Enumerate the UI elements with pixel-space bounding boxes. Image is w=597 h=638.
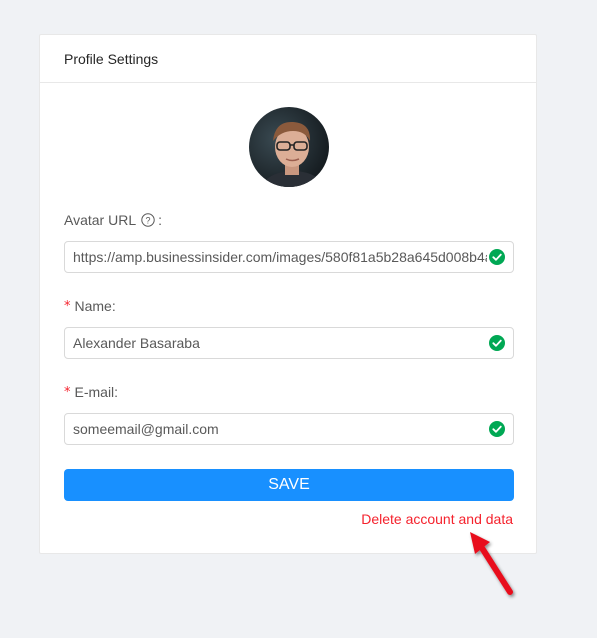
profile-settings-card: Profile Settings Avatar URL ?: https://… xyxy=(39,34,537,554)
name-input[interactable]: Alexander Basaraba xyxy=(64,327,514,359)
email-input[interactable]: someemail@gmail.com xyxy=(64,413,514,445)
check-circle-icon xyxy=(489,421,505,437)
red-arrow-annotation xyxy=(470,532,513,595)
card-header: Profile Settings xyxy=(40,35,536,83)
save-button[interactable]: SAVE xyxy=(64,469,514,501)
required-mark: * xyxy=(64,384,71,400)
required-mark: * xyxy=(64,298,71,314)
email-value: someemail@gmail.com xyxy=(73,421,219,437)
check-circle-icon xyxy=(489,335,505,351)
avatar-url-input[interactable]: https://amp.businessinsider.com/images/5… xyxy=(64,241,514,273)
delete-account-link[interactable]: Delete account and data xyxy=(361,511,513,527)
page-title: Profile Settings xyxy=(64,50,159,67)
svg-text:?: ? xyxy=(146,215,151,225)
question-circle-icon[interactable]: ? xyxy=(141,213,155,227)
email-label: * E-mail : xyxy=(64,384,119,400)
name-label: * Name : xyxy=(64,298,116,314)
avatar xyxy=(249,107,329,187)
avatar-image xyxy=(249,107,329,187)
name-value: Alexander Basaraba xyxy=(73,335,200,351)
check-circle-icon xyxy=(489,249,505,265)
avatar-url-value: https://amp.businessinsider.com/images/5… xyxy=(73,249,487,265)
avatar-url-label: Avatar URL ? : xyxy=(64,212,162,228)
